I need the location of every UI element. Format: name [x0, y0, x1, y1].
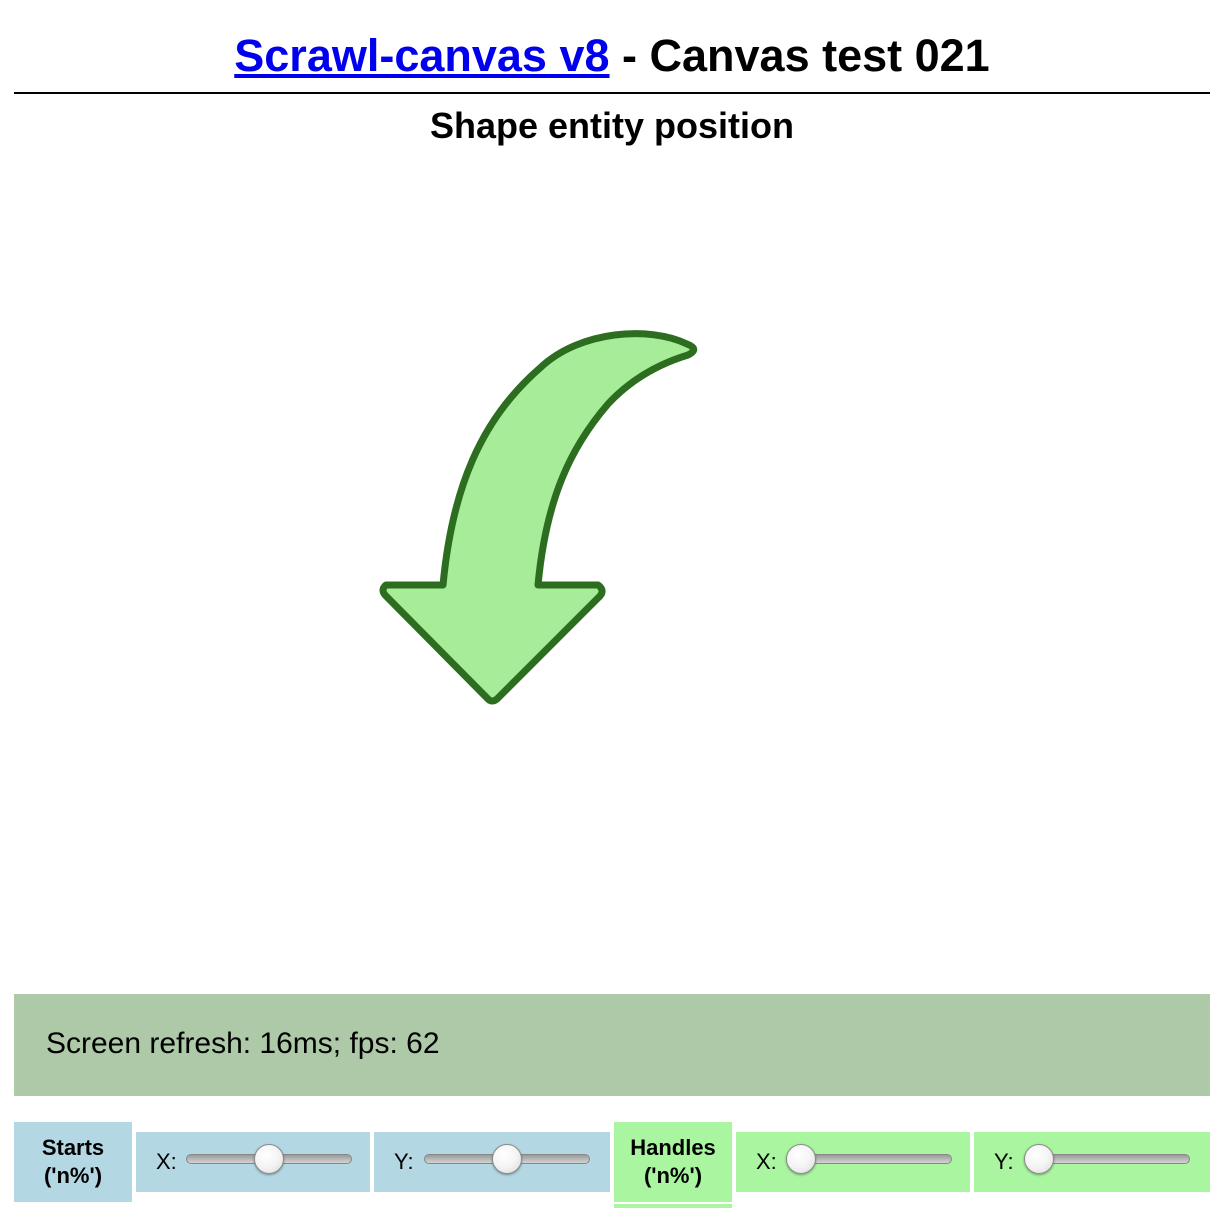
- handles-label-cell-extension: [614, 1204, 732, 1208]
- handles-y-slider-thumb[interactable]: [1024, 1144, 1054, 1174]
- starts-x-slider-thumb[interactable]: [254, 1144, 284, 1174]
- starts-y-label: Y:: [394, 1149, 414, 1174]
- handles-x-cell: X:: [736, 1132, 970, 1192]
- title-divider: [14, 92, 1210, 94]
- canvas-drawing: [379, 330, 698, 705]
- handles-x-label: X:: [756, 1149, 777, 1174]
- page-title: Scrawl-canvas v8 - Canvas test 021: [0, 30, 1224, 82]
- starts-y-slider[interactable]: [424, 1144, 590, 1174]
- handles-label: Handles: [630, 1135, 716, 1160]
- handles-label-cell: Handles ('n%'): [614, 1122, 732, 1202]
- starts-unit: ('n%'): [43, 1163, 103, 1188]
- starts-y-slider-thumb[interactable]: [492, 1144, 522, 1174]
- starts-label: Starts: [41, 1135, 105, 1160]
- starts-x-slider[interactable]: [186, 1144, 352, 1174]
- demo-canvas[interactable]: [14, 150, 1210, 990]
- handles-x-slider[interactable]: [786, 1144, 952, 1174]
- starts-x-label: X:: [156, 1149, 177, 1174]
- curved-arrow-shape: [379, 330, 698, 705]
- status-bar: Screen refresh: 16ms; fps: 62: [14, 994, 1210, 1096]
- handles-x-slider-thumb[interactable]: [786, 1144, 816, 1174]
- page-title-text: - Canvas test 021: [609, 30, 990, 81]
- page-subtitle: Shape entity position: [429, 105, 795, 146]
- screen-refresh-status: Screen refresh: 16ms; fps: 62: [46, 1027, 440, 1060]
- scrawl-canvas-link[interactable]: Scrawl-canvas v8: [234, 30, 609, 81]
- starts-x-cell: X:: [136, 1132, 370, 1192]
- handles-y-label: Y:: [994, 1149, 1014, 1174]
- handles-unit: ('n%'): [643, 1163, 703, 1188]
- handles-y-cell: Y:: [974, 1132, 1210, 1192]
- starts-label-cell: Starts ('n%'): [14, 1122, 132, 1202]
- starts-y-cell: Y:: [374, 1132, 610, 1192]
- handles-y-slider[interactable]: [1024, 1144, 1190, 1174]
